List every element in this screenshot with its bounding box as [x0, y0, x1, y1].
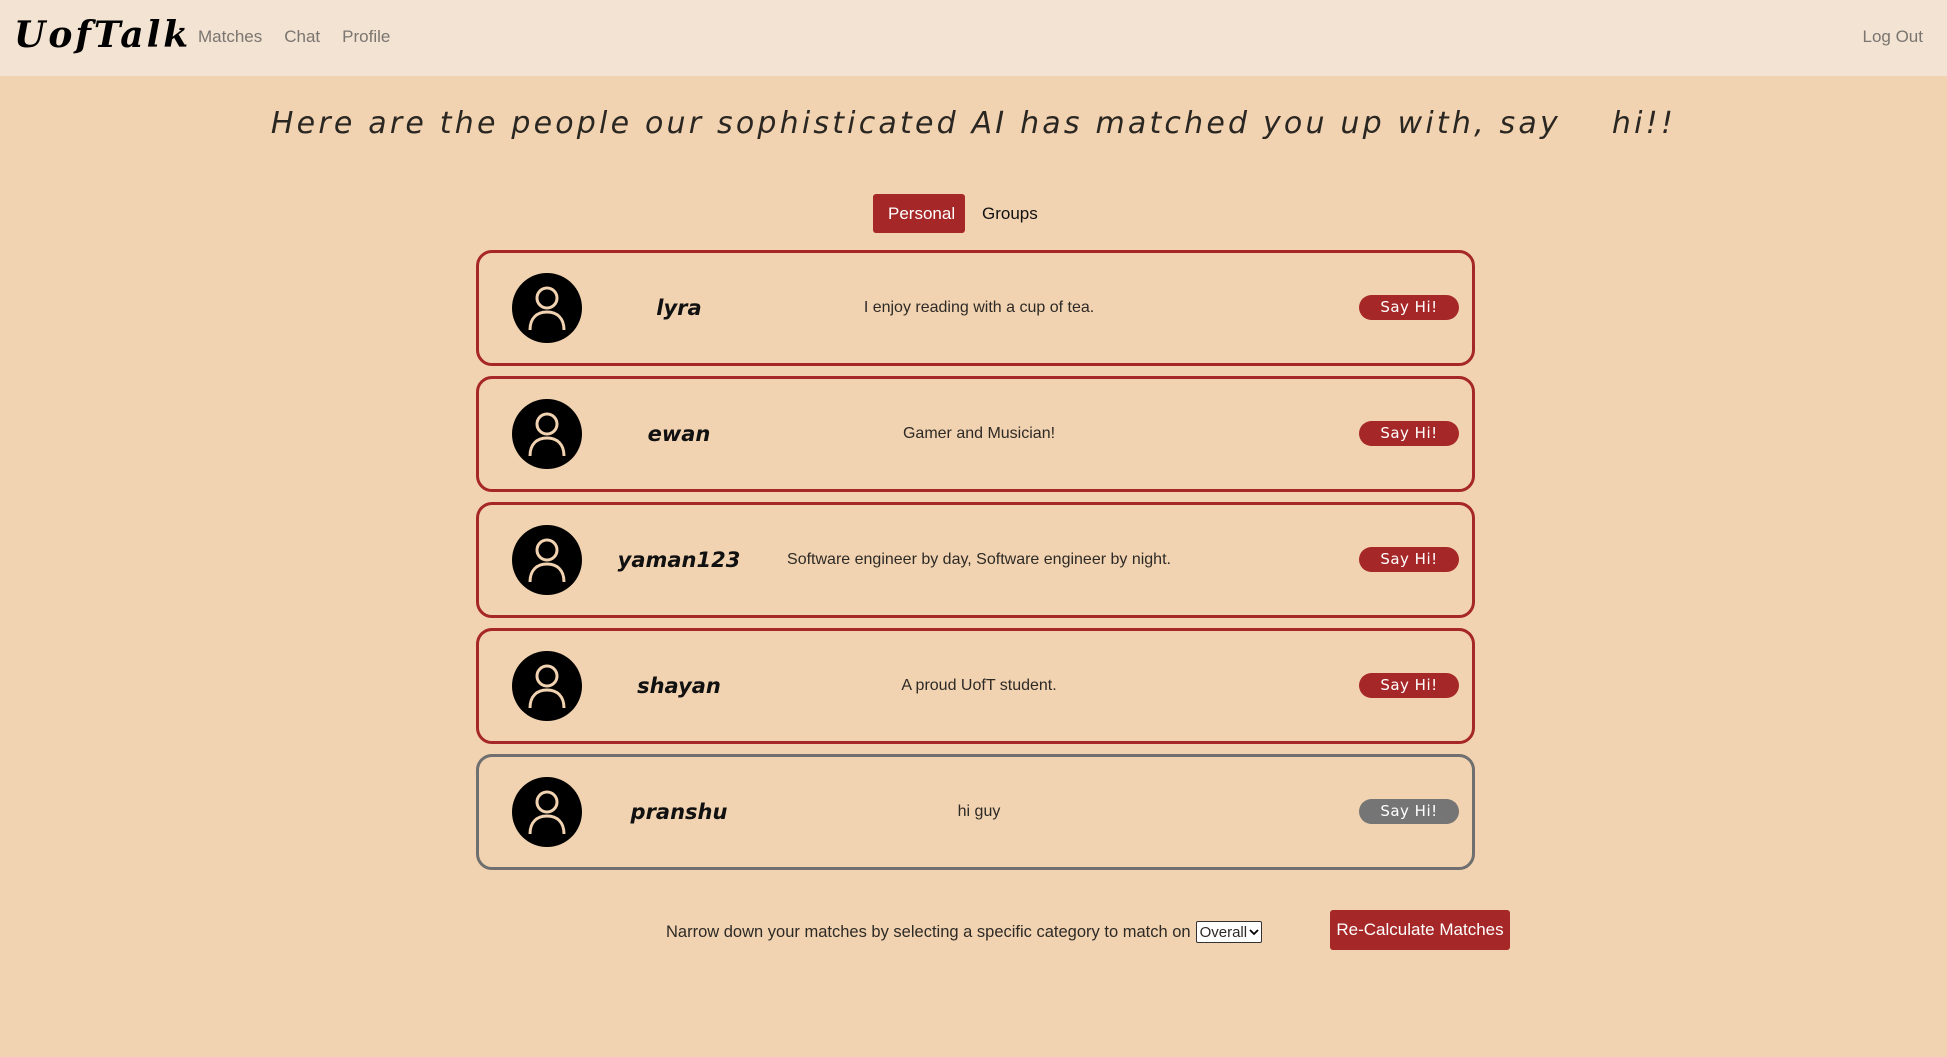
- match-bio: hi guy: [957, 803, 1001, 820]
- avatar: [512, 273, 582, 343]
- match-card: ewan Gamer and Musician! Say Hi!: [476, 376, 1475, 492]
- navbar: UofTalk Matches Chat Profile Log Out: [0, 0, 1947, 76]
- user-icon: [528, 286, 566, 331]
- match-card: shayan A proud UofT student. Say Hi!: [476, 628, 1475, 744]
- nav-link-chat[interactable]: Chat: [284, 27, 320, 47]
- say-hi-button[interactable]: Say Hi!: [1359, 421, 1459, 446]
- nav-link-matches[interactable]: Matches: [198, 27, 262, 47]
- user-icon: [528, 790, 566, 835]
- logout-link[interactable]: Log Out: [1863, 27, 1924, 47]
- say-hi-button[interactable]: Say Hi!: [1359, 295, 1459, 320]
- category-filter: Narrow down your matches by selecting a …: [666, 921, 1263, 943]
- user-icon: [528, 538, 566, 583]
- nav-link-profile[interactable]: Profile: [342, 27, 390, 47]
- match-bio: I enjoy reading with a cup of tea.: [863, 299, 1095, 316]
- avatar: [512, 399, 582, 469]
- match-card: pranshu hi guy Say Hi!: [476, 754, 1475, 870]
- category-filter-label: Narrow down your matches by selecting a …: [666, 922, 1191, 941]
- chevron-down-icon: [1249, 929, 1259, 936]
- avatar: [512, 651, 582, 721]
- say-hi-button[interactable]: Say Hi!: [1359, 547, 1459, 572]
- category-select[interactable]: Overall: [1195, 921, 1263, 943]
- match-bio: Gamer and Musician!: [902, 425, 1056, 442]
- match-type-tabs: Personal Groups: [873, 194, 1053, 233]
- match-card: yaman123 Software engineer by day, Softw…: [476, 502, 1475, 618]
- say-hi-button[interactable]: Say Hi!: [1359, 799, 1459, 824]
- match-list: lyra I enjoy reading with a cup of tea. …: [476, 250, 1475, 880]
- nav-links: Matches Chat Profile: [198, 27, 412, 47]
- match-card: lyra I enjoy reading with a cup of tea. …: [476, 250, 1475, 366]
- avatar: [512, 525, 582, 595]
- page-title: Here are the people our sophisticated AI…: [270, 106, 1677, 141]
- user-icon: [528, 664, 566, 709]
- say-hi-button[interactable]: Say Hi!: [1359, 673, 1459, 698]
- tab-personal[interactable]: Personal: [873, 194, 965, 233]
- avatar: [512, 777, 582, 847]
- user-icon: [528, 412, 566, 457]
- brand-logo[interactable]: UofTalk: [14, 14, 191, 56]
- tab-groups[interactable]: Groups: [967, 194, 1053, 233]
- match-bio: A proud UofT student.: [901, 677, 1057, 694]
- match-bio: Software engineer by day, Software engin…: [787, 551, 1171, 568]
- recalculate-matches-button[interactable]: Re-Calculate Matches: [1330, 910, 1510, 950]
- category-select-value: Overall: [1199, 923, 1248, 941]
